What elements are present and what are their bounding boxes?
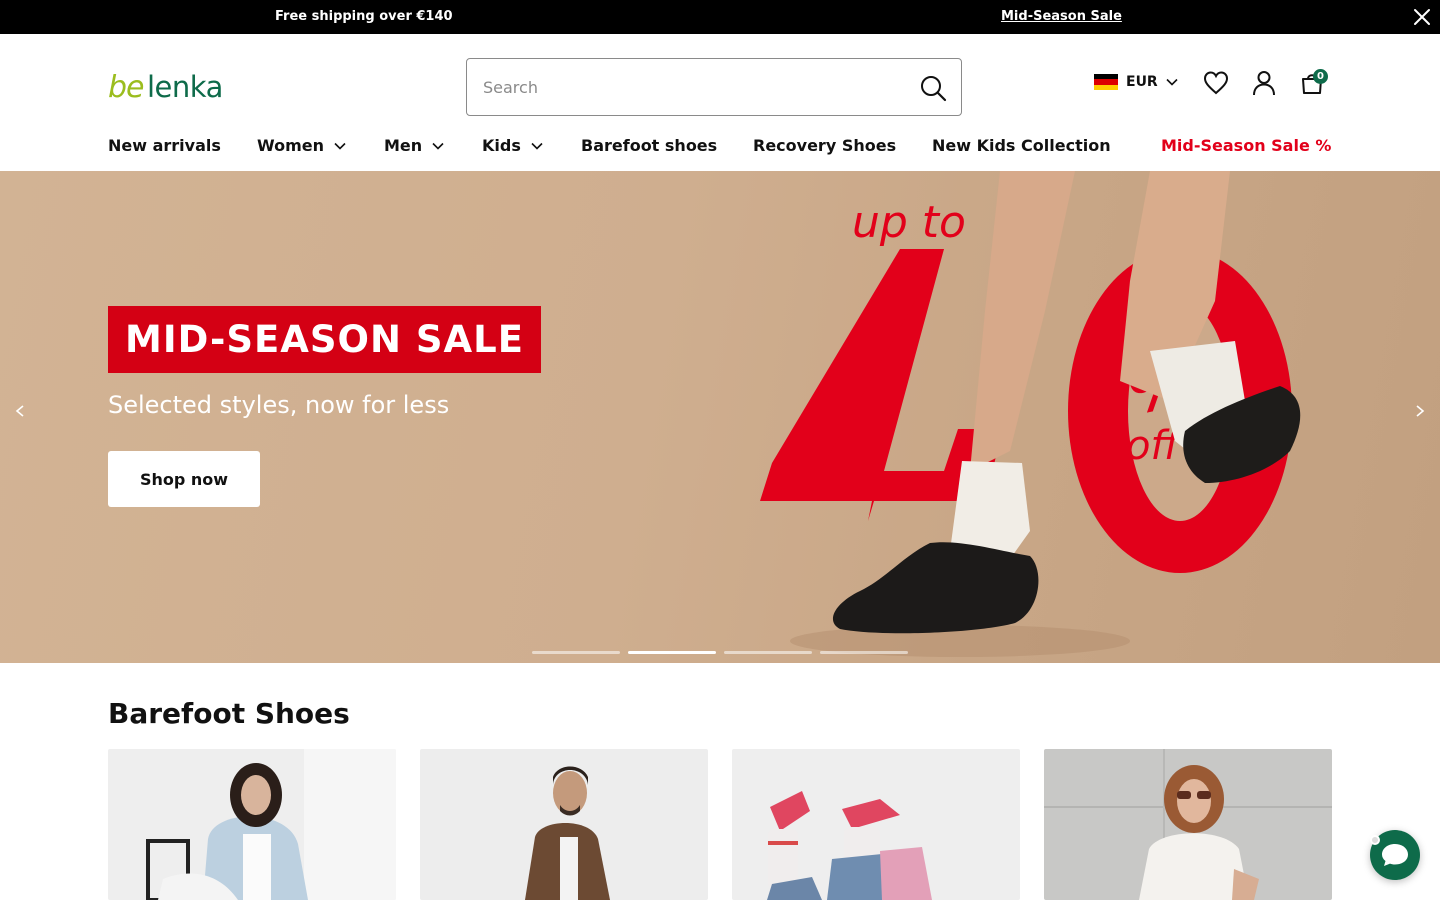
woman-photo — [108, 749, 396, 900]
slide-dot[interactable] — [724, 651, 812, 654]
hero-title: MID-SEASON SALE — [108, 306, 541, 373]
category-card-kids[interactable] — [732, 749, 1020, 900]
svg-text:be: be — [108, 70, 144, 104]
nav-item-label: Mid-Season Sale % — [1161, 136, 1332, 155]
nav-item-label: Recovery Shoes — [753, 136, 897, 155]
search-icon[interactable] — [919, 74, 947, 102]
close-icon[interactable] — [1413, 8, 1431, 26]
heart-icon[interactable] — [1203, 70, 1229, 96]
be-lenka-logo[interactable]: be lenka — [108, 68, 232, 104]
category-card-men[interactable] — [420, 749, 708, 900]
nav-item-men[interactable]: Men — [384, 136, 444, 155]
nav-item-label: New arrivals — [108, 136, 221, 155]
kids-shoes-photo — [732, 749, 1020, 900]
germany-flag-icon — [1094, 74, 1118, 90]
chat-status-dot — [1370, 835, 1380, 845]
svg-text:lenka: lenka — [147, 70, 223, 104]
nav-item-label: Barefoot shoes — [581, 136, 718, 155]
chevron-down-icon — [1166, 78, 1178, 86]
main-navigation: New arrivals Women Men Kids Barefoot sho… — [0, 128, 1440, 170]
chevron-down-icon — [432, 142, 444, 150]
slide-dot[interactable] — [820, 651, 908, 654]
mid-season-sale-link[interactable]: Mid-Season Sale — [1001, 9, 1122, 24]
currency-selector[interactable]: EUR — [1094, 70, 1178, 94]
nav-item-new-kids-collection[interactable]: New Kids Collection — [932, 136, 1111, 155]
chevron-right-icon[interactable] — [1413, 401, 1427, 421]
category-card-women[interactable] — [108, 749, 396, 900]
section-title: Barefoot Shoes — [108, 697, 350, 730]
man-photo — [420, 749, 708, 900]
nav-item-new-arrivals[interactable]: New arrivals — [108, 136, 221, 155]
svg-text:up to: up to — [852, 197, 966, 248]
nav-item-label: New Kids Collection — [932, 136, 1111, 155]
nav-item-kids[interactable]: Kids — [482, 136, 543, 155]
chevron-left-icon[interactable] — [13, 401, 27, 421]
promo-bar: Free shipping over €140 Mid-Season Sale — [0, 0, 1440, 34]
search-box — [466, 58, 962, 116]
slide-dot[interactable] — [532, 651, 620, 654]
nav-item-recovery-shoes[interactable]: Recovery Shoes — [753, 136, 896, 155]
slider-pagination — [532, 651, 908, 654]
nav-item-label: Women — [257, 136, 324, 155]
hero-subtitle: Selected styles, now for less — [108, 391, 450, 419]
shop-now-button[interactable]: Shop now — [108, 451, 260, 507]
free-shipping-text: Free shipping over €140 — [275, 9, 453, 24]
nav-item-women[interactable]: Women — [257, 136, 346, 155]
slide-dot[interactable] — [628, 651, 716, 654]
chevron-down-icon — [531, 142, 543, 150]
nav-item-barefoot-shoes[interactable]: Barefoot shoes — [581, 136, 717, 155]
nav-item-mid-season-sale[interactable]: Mid-Season Sale % — [1161, 136, 1331, 155]
chevron-down-icon — [334, 142, 346, 150]
search-input[interactable] — [483, 73, 903, 101]
hero-banner: up to % off MID-SEASON SALE Selected sty… — [0, 171, 1440, 663]
category-card-sale[interactable] — [1044, 749, 1332, 900]
cart-count-badge: 0 — [1313, 69, 1328, 84]
woman-concrete-photo — [1044, 749, 1332, 900]
nav-item-label: Men — [384, 136, 423, 155]
user-icon[interactable] — [1251, 70, 1277, 96]
nav-item-label: Kids — [482, 136, 521, 155]
currency-code: EUR — [1126, 74, 1158, 90]
